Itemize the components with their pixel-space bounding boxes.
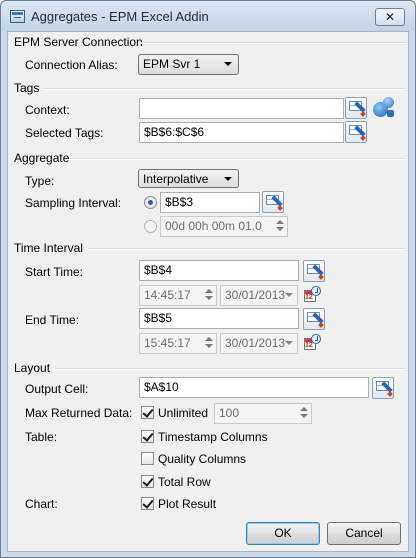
section-aggregate: Aggregate — [14, 151, 70, 165]
section-tags: Tags — [14, 81, 40, 95]
total-row-label[interactable]: Total Row — [158, 475, 211, 489]
timestamp-columns-label[interactable]: Timestamp Columns — [158, 430, 268, 444]
context-input[interactable] — [139, 98, 344, 119]
end-time-reference-input[interactable]: $B$5 — [139, 308, 299, 329]
start-time-value: 14:45:17 — [144, 288, 191, 302]
context-cell-ref-button[interactable] — [345, 97, 367, 119]
start-time-reference-input[interactable]: $B$4 — [139, 260, 299, 281]
plot-result-label[interactable]: Plot Result — [158, 497, 216, 511]
sampling-duration-value: 00d 00h 00m 01.0 — [165, 219, 262, 233]
title-bar[interactable]: Aggregates - EPM Excel Addin ✕ — [1, 1, 415, 31]
unlimited-checkbox[interactable] — [141, 406, 154, 419]
spinner-icon[interactable] — [204, 287, 214, 303]
section-divider — [56, 368, 406, 370]
quality-columns-label[interactable]: Quality Columns — [158, 452, 246, 466]
max-returned-data-value: 100 — [219, 406, 240, 420]
max-returned-data-input[interactable]: 100 — [214, 403, 312, 424]
output-cell-input[interactable]: $A$10 — [139, 377, 369, 398]
chevron-down-icon — [224, 62, 232, 66]
start-date-value: 30/01/2013 — [225, 288, 286, 302]
sampling-reference-radio[interactable] — [144, 196, 157, 209]
output-cell-ref-button[interactable] — [372, 377, 394, 399]
sampling-duration-radio[interactable] — [144, 220, 157, 233]
start-time-picker[interactable]: 14:45:17 — [139, 285, 217, 306]
spinner-icon[interactable] — [204, 335, 214, 351]
aggregate-type-select[interactable]: Interpolative — [138, 169, 239, 188]
end-date-picker[interactable]: 30/01/2013 — [220, 333, 298, 354]
close-button[interactable]: ✕ — [375, 8, 405, 26]
connection-alias-label: Connection Alias: — [25, 58, 118, 72]
app-icon — [10, 10, 25, 23]
end-time-picker[interactable]: 15:45:17 — [139, 333, 217, 354]
end-date-value: 30/01/2013 — [225, 336, 286, 350]
end-time-value: 15:45:17 — [144, 336, 191, 350]
chevron-down-icon — [285, 293, 293, 297]
start-time-label: Start Time: — [25, 265, 84, 279]
dialog-body: EPM Server Connection Connection Alias: … — [7, 31, 409, 552]
start-time-cell-ref-button[interactable] — [303, 260, 325, 282]
spinner-icon[interactable] — [299, 405, 309, 421]
connection-alias-select[interactable]: EPM Svr 1 — [138, 54, 239, 75]
cancel-button[interactable]: Cancel — [327, 522, 401, 545]
calendar-clock-icon[interactable]: 12 — [304, 334, 321, 351]
section-time-interval: Time Interval — [14, 241, 83, 255]
section-divider — [138, 42, 406, 44]
unlimited-label[interactable]: Unlimited — [158, 406, 208, 420]
timestamp-columns-checkbox[interactable] — [141, 430, 154, 443]
table-label: Table: — [25, 430, 58, 444]
sampling-reference-input[interactable]: $B$3 — [160, 192, 260, 213]
window-title: Aggregates - EPM Excel Addin — [31, 9, 209, 24]
context-label: Context: — [25, 103, 70, 117]
plot-result-checkbox[interactable] — [141, 497, 154, 510]
section-divider — [70, 158, 406, 160]
output-cell-label: Output Cell: — [25, 382, 89, 396]
ok-button[interactable]: OK — [246, 522, 320, 545]
selected-tags-label: Selected Tags: — [25, 126, 104, 140]
section-divider — [88, 248, 406, 250]
max-returned-data-label: Max Returned Data: — [25, 406, 133, 420]
total-row-checkbox[interactable] — [141, 475, 154, 488]
end-time-label: End Time: — [25, 313, 80, 327]
tag-browser-icon[interactable] — [372, 95, 396, 119]
spinner-icon[interactable] — [275, 218, 285, 234]
chevron-down-icon — [224, 177, 232, 181]
sampling-cell-ref-button[interactable] — [262, 191, 284, 213]
calendar-clock-icon[interactable]: 12 — [304, 286, 321, 303]
end-time-cell-ref-button[interactable] — [303, 308, 325, 330]
section-divider — [42, 88, 406, 90]
chevron-down-icon — [285, 341, 293, 345]
section-layout: Layout — [14, 361, 51, 375]
type-label: Type: — [25, 174, 55, 188]
selected-tags-cell-ref-button[interactable] — [345, 121, 367, 143]
sampling-duration-input[interactable]: 00d 00h 00m 01.0 — [160, 216, 288, 237]
selected-tags-input[interactable]: $B$6:$C$6 — [139, 122, 344, 143]
connection-alias-value: EPM Svr 1 — [143, 57, 201, 71]
aggregate-type-value: Interpolative — [143, 172, 209, 186]
quality-columns-checkbox[interactable] — [141, 452, 154, 465]
section-server-connection: EPM Server Connection — [14, 35, 143, 49]
start-date-picker[interactable]: 30/01/2013 — [220, 285, 298, 306]
sampling-interval-label: Sampling Interval: — [25, 196, 122, 210]
chart-label: Chart: — [25, 497, 58, 511]
aggregates-dialog: Aggregates - EPM Excel Addin ✕ EPM Serve… — [0, 0, 416, 558]
